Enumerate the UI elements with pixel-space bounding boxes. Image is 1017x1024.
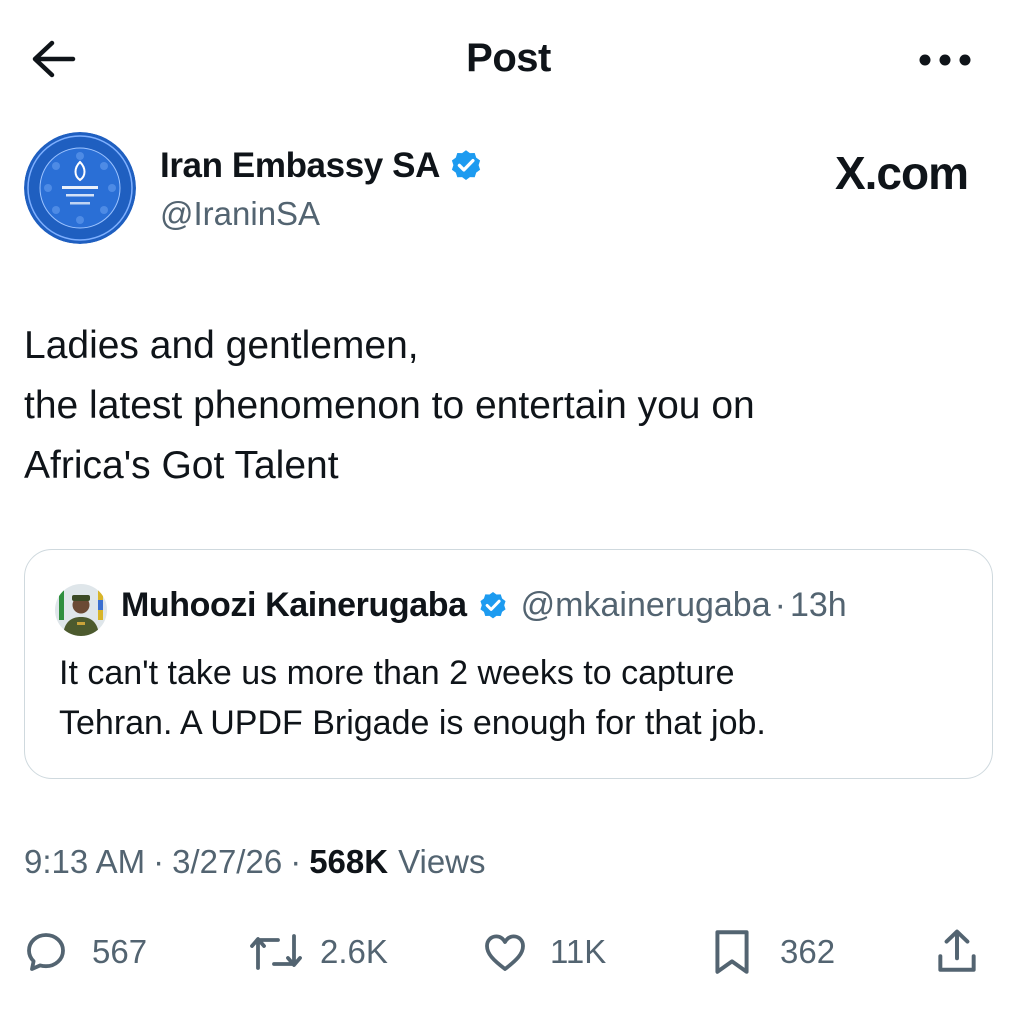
author-handle[interactable]: @IraninSA [160, 195, 320, 233]
bookmark-button[interactable]: 362 [710, 920, 835, 984]
tweet-text: Ladies and gentlemen, the latest phenome… [24, 316, 984, 496]
author-row: Iran Embassy SA @IraninSA X.com [24, 132, 994, 244]
bookmark-count: 362 [780, 933, 836, 970]
share-icon [938, 929, 976, 972]
bookmark-icon [715, 930, 749, 974]
post-meta: 9:13 AM · 3/27/26 · 568K Views [24, 843, 486, 881]
quote-header: Muhoozi Kainerugaba @mkainerugaba · 13h [121, 586, 847, 625]
top-bar: Post [0, 0, 1017, 116]
page-title: Post [466, 36, 551, 80]
views-count[interactable]: 568K [309, 843, 388, 881]
more-horizontal-icon [919, 54, 971, 66]
quote-author-handle[interactable]: @mkainerugaba [521, 586, 771, 625]
tweet-line: Africa's Got Talent [24, 444, 339, 487]
repost-icon [250, 934, 302, 970]
heart-icon [485, 934, 525, 971]
author-name[interactable]: Iran Embassy SA [160, 146, 484, 186]
post-time[interactable]: 9:13 AM [24, 843, 145, 881]
verified-badge-icon [480, 591, 506, 618]
quoted-tweet[interactable]: Muhoozi Kainerugaba @mkainerugaba · 13h … [24, 549, 993, 779]
meta-separator: · [153, 843, 165, 880]
more-button[interactable] [915, 40, 975, 80]
avatar[interactable] [24, 132, 136, 244]
quote-avatar[interactable] [55, 584, 107, 636]
reply-count: 567 [92, 933, 148, 970]
author-name-text: Iran Embassy SA [160, 146, 440, 185]
like-count: 11K [550, 933, 607, 970]
repost-count: 2.6K [320, 933, 388, 970]
meta-separator: · [290, 843, 302, 880]
quote-author-name[interactable]: Muhoozi Kainerugaba [121, 586, 467, 625]
post-date[interactable]: 3/27/26 [172, 843, 282, 881]
tweet-line: the latest phenomenon to entertain you o… [24, 384, 755, 427]
views-label: Views [398, 843, 486, 880]
repost-button[interactable]: 2.6K [248, 920, 388, 984]
quote-separator: · [774, 586, 786, 624]
quote-timestamp[interactable]: 13h [790, 586, 847, 625]
brand-watermark: X.com [834, 147, 969, 199]
quote-text: It can't take us more than 2 weeks to ca… [59, 648, 979, 748]
person-avatar-icon [55, 584, 107, 636]
tweet-line: Ladies and gentlemen, [24, 324, 419, 367]
like-button[interactable]: 11K [480, 920, 606, 984]
embassy-emblem-icon [24, 132, 136, 244]
verified-badge-icon [451, 150, 481, 180]
share-button[interactable] [934, 920, 980, 984]
action-bar: 567 2.6K 11K 362 [0, 920, 1017, 984]
reply-icon [27, 933, 65, 971]
reply-button[interactable]: 567 [22, 920, 147, 984]
quote-line: It can't take us more than 2 weeks to ca… [59, 654, 735, 692]
quote-line: Tehran. A UPDF Brigade is enough for tha… [59, 704, 766, 742]
